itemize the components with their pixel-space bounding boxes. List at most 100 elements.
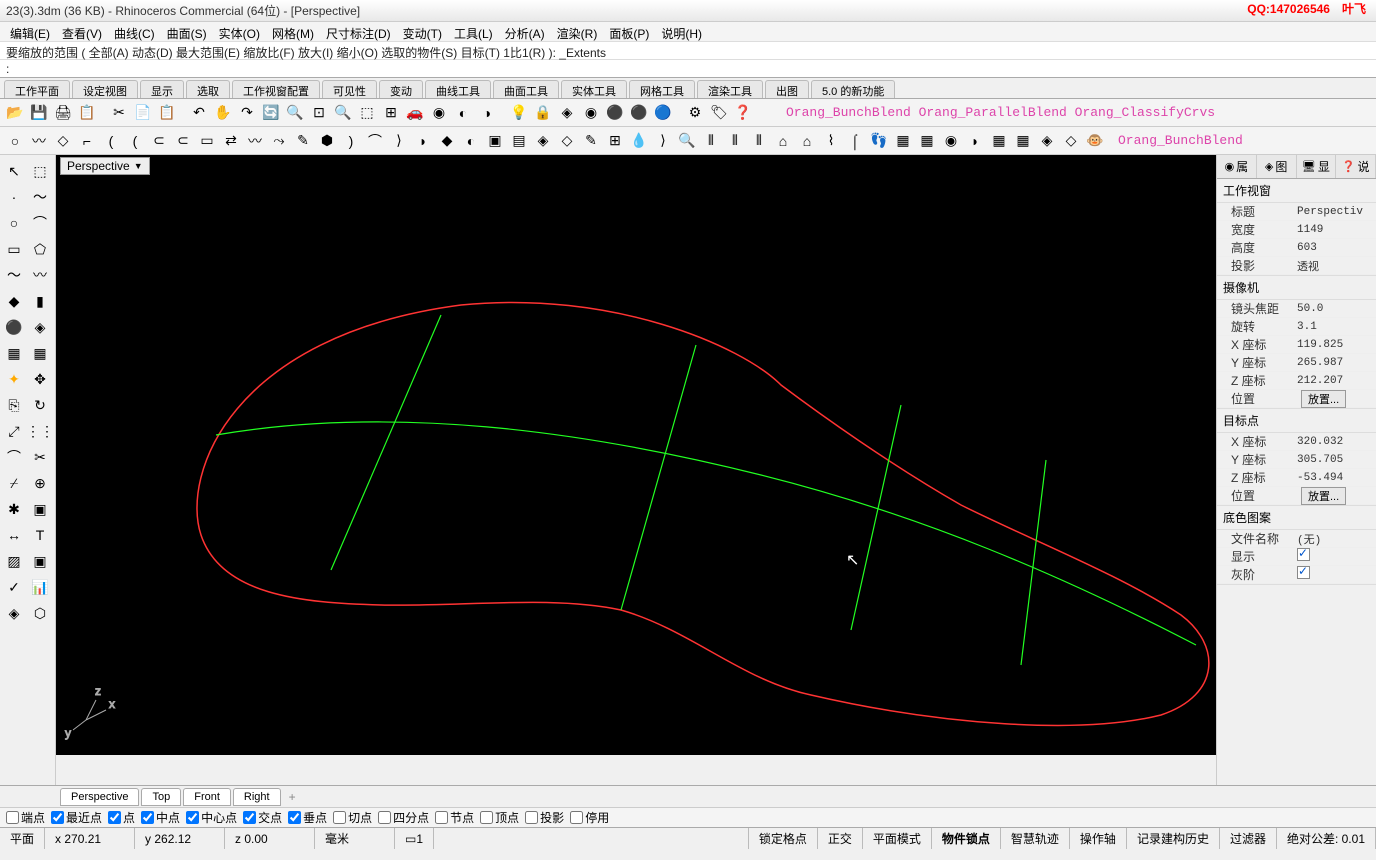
sphere2-icon[interactable]: ⚫ — [628, 102, 650, 124]
arrow-icon[interactable]: ↖ — [2, 159, 26, 183]
osnap-quad[interactable]: 四分点 — [378, 809, 429, 826]
prop-projection[interactable]: 透视 — [1297, 258, 1376, 274]
material-icon[interactable]: ◉ — [580, 102, 602, 124]
block-icon[interactable]: ▣ — [28, 549, 52, 573]
paste-icon[interactable]: 📋 — [76, 102, 98, 124]
t2-14-icon[interactable]: ⬢ — [316, 130, 338, 152]
status-gumball[interactable]: 操作轴 — [1070, 828, 1127, 849]
t2-7-icon[interactable]: ⊂ — [148, 130, 170, 152]
help-icon[interactable]: ❓ — [732, 102, 754, 124]
prop-tgt-y[interactable]: 305.705 — [1297, 454, 1376, 466]
viewport-dropdown-icon[interactable]: ▼ — [134, 161, 143, 171]
command-line[interactable]: : — [0, 60, 1376, 78]
sphere3-icon[interactable]: 🔵 — [652, 102, 674, 124]
osnap-near[interactable]: 最近点 — [51, 809, 102, 826]
tab-v5new[interactable]: 5.0 的新功能 — [811, 80, 895, 98]
t2-39-icon[interactable]: ▦ — [916, 130, 938, 152]
tab-select[interactable]: 选取 — [186, 80, 230, 98]
menu-curve[interactable]: 曲线(C) — [108, 24, 161, 39]
show-checkbox[interactable] — [1297, 548, 1310, 561]
menu-edit[interactable]: 编辑(E) — [4, 24, 56, 39]
add-view-button[interactable]: + — [283, 788, 302, 806]
t2-37-icon[interactable]: 👣 — [868, 130, 890, 152]
hatch-icon[interactable]: ▨ — [2, 549, 26, 573]
menu-transform[interactable]: 变动(T) — [397, 24, 448, 39]
menu-panels[interactable]: 面板(P) — [603, 24, 655, 39]
tab-meshtools[interactable]: 网格工具 — [629, 80, 695, 98]
array-icon[interactable]: ⋮⋮ — [28, 419, 52, 443]
menu-view[interactable]: 查看(V) — [56, 24, 108, 39]
osnap-end[interactable]: 端点 — [6, 809, 45, 826]
vtab-perspective[interactable]: Perspective — [60, 788, 139, 806]
t2-10-icon[interactable]: ⇄ — [220, 130, 242, 152]
t2-32-icon[interactable]: ⫴ — [748, 130, 770, 152]
trim-icon[interactable]: ✂ — [28, 445, 52, 469]
t2-33-icon[interactable]: ⌂ — [772, 130, 794, 152]
panel-tab-props[interactable]: ◉属 — [1217, 155, 1257, 178]
zoom-sel-icon[interactable]: 🔍 — [332, 102, 354, 124]
t2-20-icon[interactable]: ◐ — [460, 130, 482, 152]
mesh2-icon[interactable]: ▦ — [28, 341, 52, 365]
zoom-icon[interactable]: 🔍 — [284, 102, 306, 124]
tab-viewport[interactable]: 工作视窗配置 — [232, 80, 320, 98]
shade-icon[interactable]: ◐ — [452, 102, 474, 124]
prop-filename[interactable]: (无) — [1297, 531, 1376, 547]
osnap-tan[interactable]: 切点 — [333, 809, 372, 826]
t2-19-icon[interactable]: ◆ — [436, 130, 458, 152]
t2-27-icon[interactable]: 💧 — [628, 130, 650, 152]
status-record[interactable]: 记录建构历史 — [1127, 828, 1220, 849]
menu-help[interactable]: 说明(H) — [655, 24, 708, 39]
solid-icon[interactable]: ◈ — [28, 315, 52, 339]
t2-23-icon[interactable]: ◈ — [532, 130, 554, 152]
explode-icon[interactable]: ✱ — [2, 497, 26, 521]
cut-icon[interactable]: ✂ — [108, 102, 130, 124]
t2-11-icon[interactable]: 〰 — [244, 130, 266, 152]
undo-icon[interactable]: ↶ — [188, 102, 210, 124]
osnap-project[interactable]: 投影 — [525, 809, 564, 826]
prop-width[interactable]: 1149 — [1297, 224, 1376, 236]
star-icon[interactable]: ✦ — [2, 367, 26, 391]
vtab-right[interactable]: Right — [233, 788, 281, 806]
status-layer[interactable]: ▭1 — [395, 828, 434, 849]
properties-icon[interactable]: 🏷 — [708, 102, 730, 124]
move-icon[interactable]: ✥ — [28, 367, 52, 391]
spline2-icon[interactable]: 〰 — [28, 263, 52, 287]
status-ortho[interactable]: 正交 — [818, 828, 863, 849]
osnap-vert[interactable]: 顶点 — [480, 809, 519, 826]
circle-icon[interactable]: ○ — [2, 211, 26, 235]
place-tgt-button[interactable]: 放置... — [1301, 487, 1346, 505]
gray-checkbox[interactable] — [1297, 566, 1310, 579]
menu-surface[interactable]: 曲面(S) — [161, 24, 213, 39]
t2-16-icon[interactable]: ⌒ — [364, 130, 386, 152]
mesh-icon[interactable]: ▦ — [2, 341, 26, 365]
rotate-icon[interactable]: 🔄 — [260, 102, 282, 124]
rect-icon[interactable]: ▭ — [2, 237, 26, 261]
options-icon[interactable]: ⚙ — [684, 102, 706, 124]
osnap-point[interactable]: 点 — [108, 809, 135, 826]
osnap-knot[interactable]: 节点 — [435, 809, 474, 826]
t2-17-icon[interactable]: ⟩ — [388, 130, 410, 152]
misc-icon[interactable]: ⬡ — [28, 601, 52, 625]
join-icon[interactable]: ⊕ — [28, 471, 52, 495]
menu-tools[interactable]: 工具(L) — [448, 24, 499, 39]
viewport[interactable]: x y z ↖ — [56, 155, 1216, 755]
t2-30-icon[interactable]: ⫴ — [700, 130, 722, 152]
zoom-window-icon[interactable]: ⬚ — [356, 102, 378, 124]
text-icon[interactable]: T — [28, 523, 52, 547]
lasso-icon[interactable]: ⬚ — [28, 159, 52, 183]
tab-visibility[interactable]: 可见性 — [322, 80, 377, 98]
panel-tab-help[interactable]: ❓说 — [1336, 155, 1376, 178]
menu-render[interactable]: 渲染(R) — [551, 24, 604, 39]
render-icon[interactable]: ◉ — [428, 102, 450, 124]
prop-cam-y[interactable]: 265.987 — [1297, 357, 1376, 369]
prop-tgt-x[interactable]: 320.032 — [1297, 436, 1376, 448]
t2-3-icon[interactable]: ◇ — [52, 130, 74, 152]
t2-43-icon[interactable]: ▦ — [1012, 130, 1034, 152]
vtab-top[interactable]: Top — [141, 788, 181, 806]
prop-title[interactable]: Perspectiv — [1297, 206, 1376, 218]
t2-36-icon[interactable]: ⌠ — [844, 130, 866, 152]
4view-icon[interactable]: ⊞ — [380, 102, 402, 124]
prop-tgt-z[interactable]: -53.494 — [1297, 472, 1376, 484]
t2-18-icon[interactable]: ◗ — [412, 130, 434, 152]
open-icon[interactable]: 📂 — [4, 102, 26, 124]
